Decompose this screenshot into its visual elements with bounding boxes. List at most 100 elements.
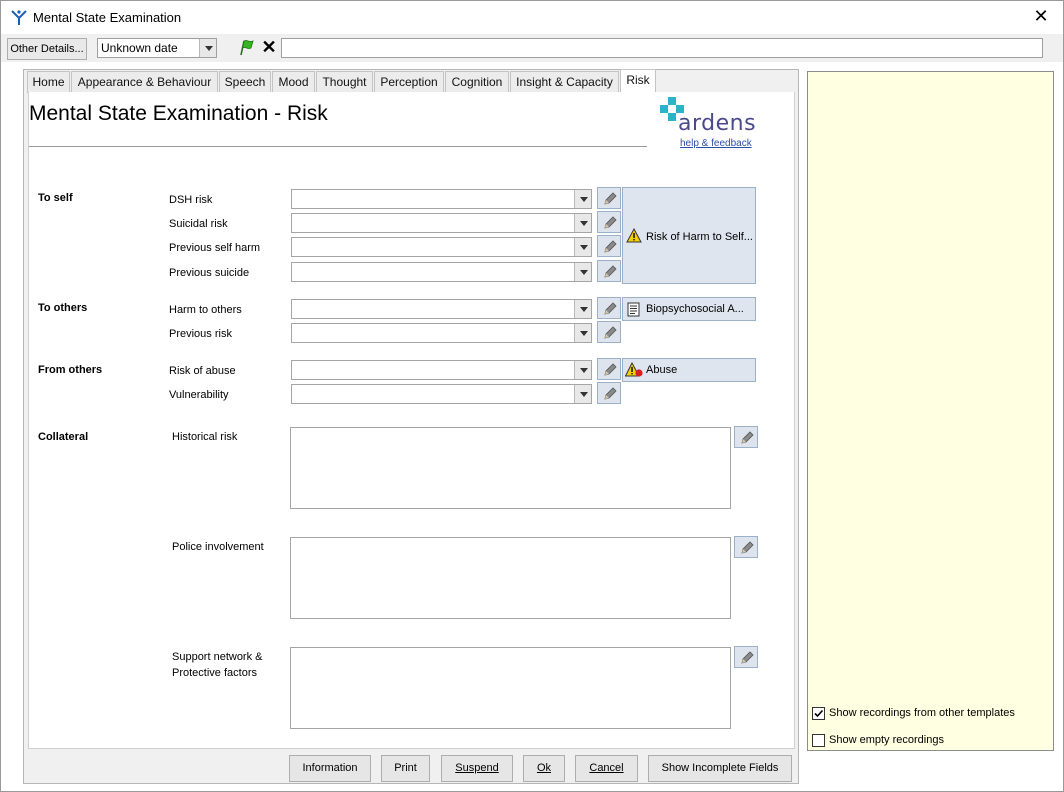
cancel-button[interactable]: Cancel [575, 755, 638, 782]
date-select-value: Unknown date [101, 41, 178, 55]
chevron-down-icon[interactable] [199, 39, 216, 57]
risk-of-abuse-edit-button[interactable] [597, 358, 621, 380]
field-label-historical-risk: Historical risk [172, 431, 238, 443]
tab-perception[interactable]: Perception [374, 71, 444, 93]
tab-speech[interactable]: Speech [219, 71, 271, 93]
tab-cognition[interactable]: Cognition [445, 71, 509, 93]
pencil-icon [604, 240, 617, 253]
print-button[interactable]: Print [381, 755, 430, 782]
support-network-edit-button[interactable] [734, 646, 758, 668]
section-collateral: Collateral [38, 431, 89, 443]
close-icon[interactable]: ✕ [1031, 6, 1051, 26]
field-label-previous-risk: Previous risk [169, 328, 232, 340]
title-bar: Mental State Examination ✕ [1, 1, 1063, 33]
suspend-button[interactable]: Suspend [441, 755, 513, 782]
section-to-self: To self [38, 192, 73, 204]
chevron-down-icon[interactable] [574, 238, 591, 256]
title-divider [29, 146, 647, 147]
abuse-warning-icon [625, 362, 643, 377]
field-label-risk-of-abuse: Risk of abuse [169, 365, 236, 377]
pencil-icon [604, 363, 617, 376]
other-details-button[interactable]: Other Details... [7, 38, 87, 60]
tab-mood[interactable]: Mood [272, 71, 315, 93]
section-from-others: From others [38, 364, 103, 376]
historical-risk-edit-button[interactable] [734, 426, 758, 448]
tab-home[interactable]: Home [27, 71, 70, 93]
previous-suicide-edit-button[interactable] [597, 260, 621, 282]
previous-risk-select[interactable] [291, 323, 592, 343]
previous-self-harm-select[interactable] [291, 237, 592, 257]
ok-button[interactable]: Ok [523, 755, 565, 782]
chevron-down-icon[interactable] [574, 263, 591, 281]
show-incomplete-fields-button[interactable]: Show Incomplete Fields [648, 755, 792, 782]
chevron-down-icon[interactable] [574, 324, 591, 342]
clear-icon[interactable]: ✕ [260, 37, 278, 57]
historical-risk-textarea[interactable] [290, 427, 731, 509]
biopsychosocial-label: Biopsychosocial A... [646, 303, 744, 315]
biopsychosocial-button[interactable]: Biopsychosocial A... [622, 297, 756, 321]
recordings-panel: Show recordings from other templates Sho… [807, 71, 1054, 751]
pencil-icon [604, 302, 617, 315]
tab-thought[interactable]: Thought [316, 71, 373, 93]
previous-self-harm-edit-button[interactable] [597, 235, 621, 257]
document-icon [627, 302, 640, 317]
field-label-previous-self-harm: Previous self harm [169, 242, 261, 254]
harm-to-others-select[interactable] [291, 299, 592, 319]
tab-insight-capacity[interactable]: Insight & Capacity [510, 71, 619, 93]
tab-risk[interactable]: Risk [620, 69, 656, 93]
chevron-down-icon[interactable] [574, 385, 591, 403]
pencil-icon [741, 541, 754, 554]
support-network-textarea[interactable] [290, 647, 731, 729]
pencil-icon [741, 651, 754, 664]
chevron-down-icon[interactable] [574, 361, 591, 379]
vulnerability-edit-button[interactable] [597, 382, 621, 404]
show-other-templates-checkbox[interactable] [812, 707, 825, 720]
field-label-previous-suicide: Previous suicide [169, 267, 250, 279]
vulnerability-select[interactable] [291, 384, 592, 404]
pencil-icon [604, 326, 617, 339]
risk-of-abuse-select[interactable] [291, 360, 592, 380]
window-title: Mental State Examination [33, 10, 182, 25]
information-button[interactable]: Information [289, 755, 371, 782]
dsh-risk-edit-button[interactable] [597, 187, 621, 209]
suicidal-risk-select[interactable] [291, 213, 592, 233]
pencil-icon [604, 265, 617, 278]
window: Mental State Examination ✕ Other Details… [0, 0, 1064, 792]
abuse-label: Abuse [646, 364, 678, 376]
pencil-icon [604, 216, 617, 229]
checkmark-icon [814, 709, 824, 718]
pencil-icon [741, 431, 754, 444]
toolbar: Other Details... Unknown date ✕ [1, 34, 1063, 62]
suicidal-risk-edit-button[interactable] [597, 211, 621, 233]
field-label-police-involvement: Police involvement [172, 541, 264, 553]
chevron-down-icon[interactable] [574, 214, 591, 232]
chevron-down-icon[interactable] [574, 190, 591, 208]
chevron-down-icon[interactable] [574, 300, 591, 318]
abuse-button[interactable]: Abuse [622, 358, 756, 382]
harm-to-others-edit-button[interactable] [597, 297, 621, 319]
field-label-suicidal-risk: Suicidal risk [169, 218, 228, 230]
field-label-dsh-risk: DSH risk [169, 194, 213, 206]
free-text-input[interactable] [281, 38, 1043, 58]
previous-suicide-select[interactable] [291, 262, 592, 282]
show-empty-recordings-checkbox[interactable] [812, 734, 825, 747]
show-other-templates-label: Show recordings from other templates [829, 707, 1015, 719]
risk-of-harm-to-self-button[interactable]: Risk of Harm to Self... [622, 187, 756, 284]
field-label-protective-factors: Protective factors [172, 667, 257, 679]
pencil-icon [604, 387, 617, 400]
field-label-support-network: Support network & [172, 651, 263, 663]
dsh-risk-select[interactable] [291, 189, 592, 209]
warning-icon [626, 228, 642, 243]
help-feedback-link[interactable]: help & feedback [680, 138, 752, 149]
flag-icon[interactable] [238, 39, 255, 56]
date-select[interactable]: Unknown date [97, 38, 217, 58]
app-logo-icon [11, 10, 27, 25]
police-involvement-textarea[interactable] [290, 537, 731, 619]
pencil-icon [604, 192, 617, 205]
police-involvement-edit-button[interactable] [734, 536, 758, 558]
tab-appearance-behaviour[interactable]: Appearance & Behaviour [71, 71, 218, 93]
section-to-others: To others [38, 302, 88, 314]
risk-of-harm-to-self-label: Risk of Harm to Self... [646, 231, 753, 243]
previous-risk-edit-button[interactable] [597, 321, 621, 343]
field-label-vulnerability: Vulnerability [169, 389, 229, 401]
